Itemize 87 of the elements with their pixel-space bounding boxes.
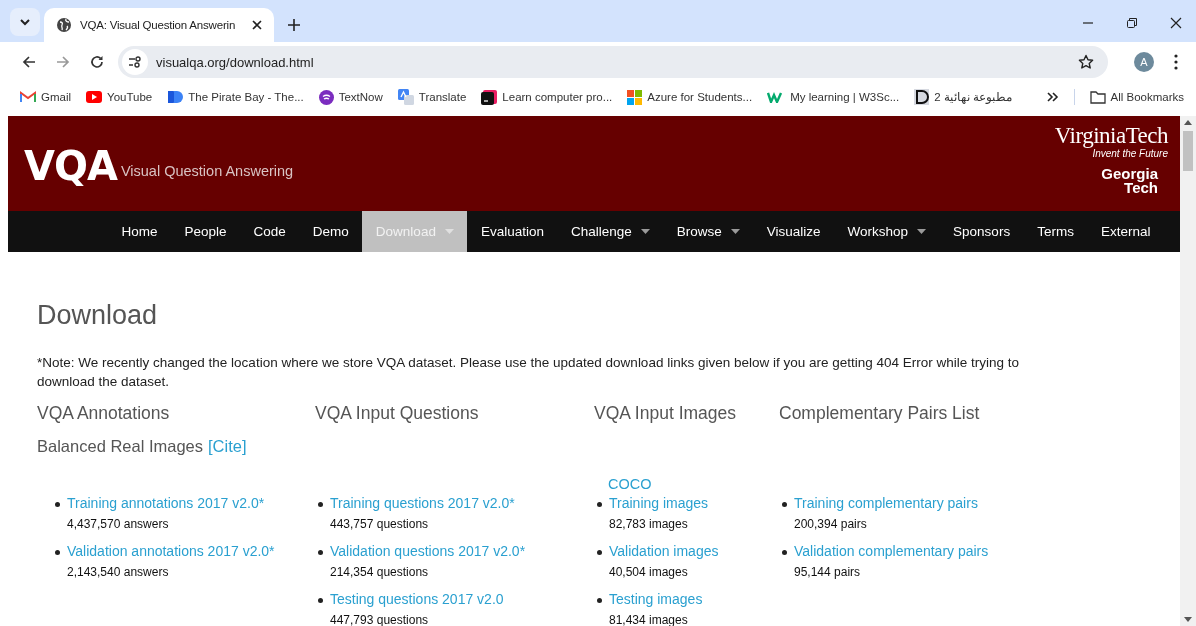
site-tagline: Visual Question Answering: [120, 162, 294, 179]
scrollbar[interactable]: [1180, 116, 1196, 626]
note-text: *Note: We recently changed the location where we store VQA dataset. Please use the updated download links given below if you are getting 404 Error while trying to download the dataset.: [37, 354, 1021, 391]
scroll-down-icon[interactable]: [1184, 617, 1192, 622]
nav-link[interactable]: Visualize: [753, 211, 835, 252]
item-count: 214,354 questions: [330, 565, 430, 579]
tab-search-button[interactable]: [10, 8, 40, 36]
item-count: 2,143,540 answers: [67, 565, 170, 579]
nav-link[interactable]: Challenge: [557, 211, 664, 252]
nav-link[interactable]: External: [1087, 211, 1164, 252]
bookmark-item[interactable]: My learning | W3Sc...: [767, 91, 900, 103]
section-subheading: Balanced Real Images: [37, 437, 203, 457]
folder-icon: [1089, 90, 1106, 104]
document-icon: [914, 89, 930, 105]
more-bookmarks-icon[interactable]: [1046, 91, 1059, 103]
chevron-down-icon: [19, 16, 31, 28]
bookmark-item[interactable]: Translate: [397, 89, 467, 105]
bullet-icon: [597, 550, 602, 555]
globe-icon: [56, 17, 72, 33]
site-info-button[interactable]: [122, 49, 148, 75]
nav-link[interactable]: Evaluation: [467, 211, 558, 252]
nav-link[interactable]: Code: [240, 211, 300, 252]
bookmark-item[interactable]: Azure for Students...: [627, 89, 753, 105]
bookmark-item[interactable]: Gmail: [20, 91, 72, 103]
reload-icon[interactable]: [90, 55, 104, 69]
url-text: visualqa.org/download.html: [156, 54, 314, 70]
sail-icon: [167, 90, 184, 104]
scroll-thumb[interactable]: [1183, 131, 1193, 171]
play-icon: [86, 91, 103, 103]
close-icon[interactable]: [252, 20, 262, 30]
item-count: 447,793 questions: [330, 613, 430, 626]
nav-link[interactable]: People: [171, 211, 241, 252]
new-tab-icon[interactable]: [288, 19, 300, 31]
nav-link[interactable]: Sponsors: [939, 211, 1024, 252]
item-count: 82,783 images: [609, 517, 689, 531]
envelope-icon: [20, 91, 36, 103]
partner-motto: Invent the Future: [1092, 148, 1168, 159]
restore-icon[interactable]: [1126, 17, 1138, 29]
bullet-icon: [318, 550, 323, 555]
bookmark-item[interactable]: YouTube: [86, 91, 153, 103]
bookmark-item[interactable]: The Pirate Bay - The...: [167, 90, 304, 104]
tab-title: VQA: Visual Question Answerin: [80, 19, 237, 31]
item-count: 4,437,570 answers: [67, 517, 170, 531]
bullet-icon: [782, 550, 787, 555]
profile-avatar[interactable]: A: [1134, 52, 1154, 72]
page-title: Download: [37, 300, 159, 331]
partner-logo[interactable]: VirginiaTech: [1054, 124, 1168, 148]
nav-link[interactable]: Demo: [299, 211, 363, 252]
address-bar[interactable]: visualqa.org/download.html: [118, 46, 1108, 78]
app-square-icon: [481, 89, 498, 105]
bookmark-item[interactable]: مطبوعة نهائية 2: [914, 89, 1012, 105]
column-heading: VQA Annotations: [37, 403, 171, 425]
bullet-icon: [597, 598, 602, 603]
partner-logo[interactable]: Georgia Tech: [1094, 167, 1158, 195]
translate-icon: [397, 89, 414, 105]
more-menu-icon[interactable]: [1174, 54, 1178, 70]
windows-squares-icon: [627, 89, 643, 105]
item-count: 81,434 images: [609, 613, 689, 626]
item-count: 40,504 images: [609, 565, 689, 579]
tune-icon: [128, 56, 142, 68]
site-logo[interactable]: VQA: [24, 142, 117, 189]
close-window-icon[interactable]: [1170, 17, 1182, 29]
item-count: 443,757 questions: [330, 517, 430, 531]
bullet-icon: [55, 502, 60, 507]
scroll-up-icon[interactable]: [1184, 120, 1192, 125]
bullet-icon: [318, 502, 323, 507]
column-heading: VQA Input Questions: [315, 403, 480, 425]
bullet-icon: [318, 598, 323, 603]
bullet-icon: [55, 550, 60, 555]
column-heading: VQA Input Images: [594, 403, 738, 425]
chat-bubble-icon: [318, 89, 334, 105]
nav-link[interactable]: Terms: [1023, 211, 1088, 252]
bookmark-item[interactable]: TextNow: [318, 89, 383, 105]
column-heading: Complementary Pairs List: [779, 403, 981, 425]
nav-link[interactable]: Home: [108, 211, 171, 252]
forward-icon[interactable]: [56, 55, 70, 69]
all-bookmarks-button[interactable]: All Bookmarks: [1089, 90, 1184, 104]
item-count: 95,144 pairs: [794, 565, 862, 579]
item-count: 200,394 pairs: [794, 517, 868, 531]
back-icon[interactable]: [22, 55, 36, 69]
browser-tab[interactable]: VQA: Visual Question Answerin: [44, 8, 274, 42]
star-icon[interactable]: [1078, 54, 1094, 70]
bullet-icon: [597, 502, 602, 507]
bullet-icon: [782, 502, 787, 507]
nav-link[interactable]: Browse: [663, 211, 754, 252]
nav-link[interactable]: Workshop: [834, 211, 940, 252]
bookmark-item[interactable]: Learn computer pro...: [481, 89, 613, 105]
